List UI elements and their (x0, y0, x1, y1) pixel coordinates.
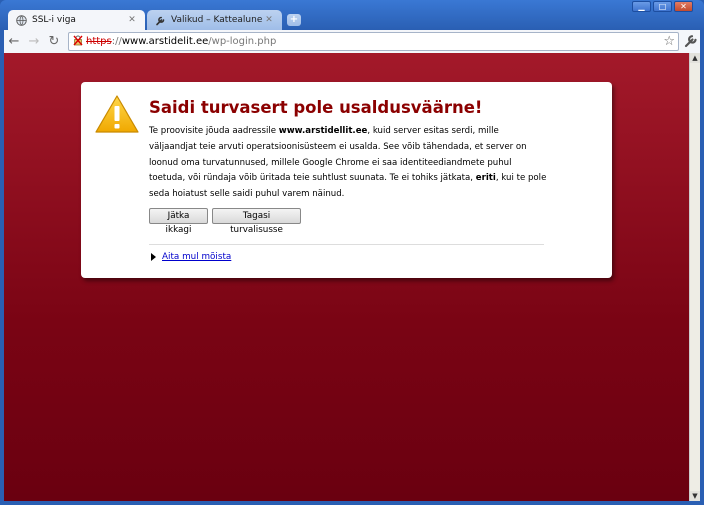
globe-icon (16, 14, 27, 26)
scroll-down-icon[interactable]: ▼ (690, 491, 700, 501)
para-start: Te proovisite jõuda aadressile (149, 126, 279, 136)
minimize-button[interactable]: ▁ (632, 1, 651, 12)
help-expander[interactable]: Aita mul mõista (151, 252, 231, 262)
close-window-button[interactable]: ✕ (674, 1, 693, 12)
tab-strip: SSL-i viga ✕ Valikud – Kattealune ✕ + ▁ … (0, 0, 704, 30)
wrench-menu-icon[interactable] (683, 33, 699, 49)
back-button[interactable]: ← (4, 33, 24, 51)
tab-ssl-error[interactable]: SSL-i viga ✕ (8, 10, 145, 30)
continue-anyway-button[interactable]: Jätka ikkagi (149, 208, 208, 235)
divider (149, 244, 544, 245)
address-bar[interactable]: https :// www.arstidelit.ee /wp-login.ph… (68, 32, 679, 51)
close-icon[interactable]: ✕ (264, 15, 274, 25)
scroll-up-icon[interactable]: ▲ (690, 53, 700, 63)
help-link[interactable]: Aita mul mõista (162, 252, 231, 262)
url-host: www.arstidelit.ee (121, 36, 209, 47)
bookmark-star-icon[interactable]: ☆ (663, 34, 675, 49)
para-emphasis: eriti (475, 173, 496, 184)
broken-lock-icon (73, 35, 83, 49)
warning-description: Te proovisite jõuda aadressile www.arsti… (149, 124, 549, 203)
tab-title: SSL-i viga (32, 15, 76, 25)
tab-options[interactable]: Valikud – Kattealune ✕ (147, 10, 282, 30)
toolbar: ← → ↻ https :// www.arstidelit.ee /wp-lo… (4, 30, 700, 53)
triangle-right-icon (151, 253, 156, 261)
vertical-scrollbar[interactable]: ▲ ▼ (689, 53, 700, 501)
url-path: /wp-login.php (208, 36, 277, 47)
url-scheme: https (86, 36, 112, 47)
reload-button[interactable]: ↻ (44, 33, 64, 51)
tab-title: Valikud – Kattealune (171, 15, 263, 25)
browser-window: SSL-i viga ✕ Valikud – Kattealune ✕ + ▁ … (0, 0, 704, 505)
para-host: www.arstidellit.ee (278, 126, 368, 136)
page-content: Saidi turvasert pole usaldusväärne! Te p… (4, 53, 689, 501)
warning-title: Saidi turvasert pole usaldusväärne! (149, 98, 483, 117)
warning-icon (94, 94, 140, 134)
ssl-warning-panel: Saidi turvasert pole usaldusväärne! Te p… (81, 82, 612, 278)
url-separator: :// (111, 36, 122, 47)
maximize-button[interactable]: □ (653, 1, 672, 12)
close-icon[interactable]: ✕ (127, 15, 137, 25)
new-tab-button[interactable]: + (287, 14, 301, 26)
wrench-icon (155, 15, 166, 26)
back-to-safety-button[interactable]: Tagasi turvalisusse (212, 208, 301, 235)
forward-button[interactable]: → (24, 33, 44, 51)
